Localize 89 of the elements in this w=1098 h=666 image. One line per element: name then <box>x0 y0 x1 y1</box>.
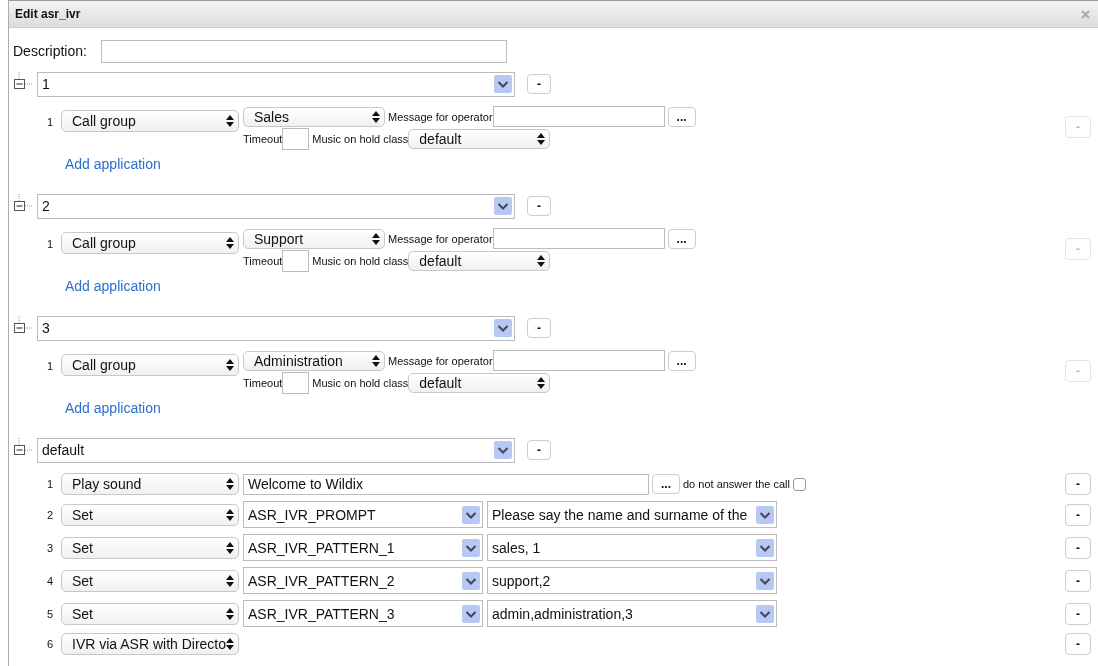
row-number: 2 <box>45 508 54 521</box>
timeout-input[interactable] <box>282 372 310 394</box>
field-label: Message for operator <box>388 354 493 367</box>
row-number: 1 <box>45 360 54 372</box>
option-combo[interactable]: 3 <box>37 315 515 341</box>
remove-button[interactable]: - <box>1065 602 1091 625</box>
updown-arrows-icon <box>537 133 546 145</box>
add-application-link[interactable]: Add application <box>65 278 161 294</box>
updown-arrows-icon <box>226 115 234 127</box>
updown-arrows-icon <box>372 354 380 367</box>
value-combo[interactable]: Please say the name and surname of the <box>487 501 777 528</box>
updown-arrows-icon <box>226 478 234 490</box>
field-label: Music on hold class <box>312 133 409 145</box>
updown-arrows-icon <box>226 638 234 650</box>
dropdown-icon[interactable] <box>494 319 512 337</box>
description-label: Description: <box>13 43 87 59</box>
field-label: Timeout <box>243 133 283 145</box>
window-title: Edit asr_ivr <box>15 7 81 21</box>
application-select[interactable]: Set <box>61 536 239 559</box>
application-select[interactable]: Play sound <box>61 473 239 495</box>
updown-arrows-icon <box>226 574 234 587</box>
updown-arrows-icon <box>372 232 380 245</box>
updown-arrows-icon <box>537 377 546 389</box>
application-select[interactable]: Set <box>61 503 239 526</box>
field-label: Timeout <box>243 377 283 389</box>
value-combo[interactable]: admin,administration,3 <box>487 600 777 627</box>
remove-button[interactable]: - <box>1065 569 1091 592</box>
remove-button[interactable]: - <box>527 196 551 216</box>
variable-combo[interactable]: ASR_IVR_PROMPT <box>243 501 483 528</box>
remove-button[interactable]: - <box>527 440 551 460</box>
application-select[interactable]: Set <box>61 569 239 592</box>
row-number: 3 <box>45 541 54 554</box>
row-number: 6 <box>45 638 54 650</box>
row-number: 1 <box>45 116 54 128</box>
field-label: Message for operator <box>388 232 493 245</box>
dropdown-icon[interactable] <box>462 538 480 557</box>
updown-arrows-icon <box>226 237 234 249</box>
field-label: Music on hold class <box>312 377 409 389</box>
remove-button[interactable]: - <box>527 318 551 338</box>
message-input[interactable] <box>492 228 665 249</box>
remove-button[interactable]: - <box>527 74 551 94</box>
remove-button[interactable]: - <box>1065 536 1091 559</box>
updown-arrows-icon <box>226 541 234 554</box>
dropdown-icon[interactable] <box>756 604 774 623</box>
application-select[interactable]: Set <box>61 602 239 625</box>
dropdown-icon[interactable] <box>462 505 480 524</box>
option-label: do not answer the call <box>683 478 790 490</box>
timeout-input[interactable] <box>282 250 310 272</box>
message-input[interactable] <box>492 106 665 127</box>
checkbox[interactable] <box>793 477 806 491</box>
dropdown-icon[interactable] <box>494 441 512 459</box>
variable-combo[interactable]: ASR_IVR_PATTERN_2 <box>243 567 483 594</box>
remove-button[interactable]: - <box>1065 633 1091 655</box>
dropdown-icon[interactable] <box>494 197 512 215</box>
option-combo[interactable]: 2 <box>37 193 515 219</box>
timeout-input[interactable] <box>282 128 310 150</box>
value-combo[interactable]: support,2 <box>487 567 777 594</box>
row-number: 1 <box>45 478 54 490</box>
updown-arrows-icon <box>226 607 234 620</box>
variable-combo[interactable]: ASR_IVR_PATTERN_1 <box>243 534 483 561</box>
description-input[interactable] <box>100 39 507 63</box>
dropdown-icon[interactable] <box>494 75 512 93</box>
add-application-link[interactable]: Add application <box>65 156 161 172</box>
dropdown-icon[interactable] <box>462 604 480 623</box>
remove-button[interactable]: - <box>1065 503 1091 526</box>
row-number: 4 <box>45 574 54 587</box>
dropdown-icon[interactable] <box>756 571 774 590</box>
updown-arrows-icon <box>537 255 546 267</box>
updown-arrows-icon <box>226 508 234 521</box>
option-combo[interactable]: default <box>37 437 515 463</box>
message-input[interactable] <box>492 350 665 371</box>
remove-button[interactable]: - <box>1065 473 1091 495</box>
row-number: 1 <box>45 238 54 250</box>
updown-arrows-icon <box>226 359 234 371</box>
field-label: Timeout <box>243 255 283 267</box>
field-label: Music on hold class <box>312 255 409 267</box>
application-select[interactable]: IVR via ASR with Directo <box>61 633 239 655</box>
value-combo[interactable]: sales, 1 <box>487 534 777 561</box>
row-number: 5 <box>45 607 54 620</box>
updown-arrows-icon <box>372 110 380 123</box>
dropdown-icon[interactable] <box>756 538 774 557</box>
option-combo[interactable]: 1 <box>37 71 515 97</box>
field-label: Message for operator <box>388 110 493 123</box>
add-application-link[interactable]: Add application <box>65 400 161 416</box>
sound-input[interactable]: Welcome to Wildix <box>243 473 649 495</box>
browse-button[interactable]: ... <box>652 474 680 494</box>
variable-combo[interactable]: ASR_IVR_PATTERN_3 <box>243 600 483 627</box>
dropdown-icon[interactable] <box>756 505 774 524</box>
dropdown-icon[interactable] <box>462 571 480 590</box>
